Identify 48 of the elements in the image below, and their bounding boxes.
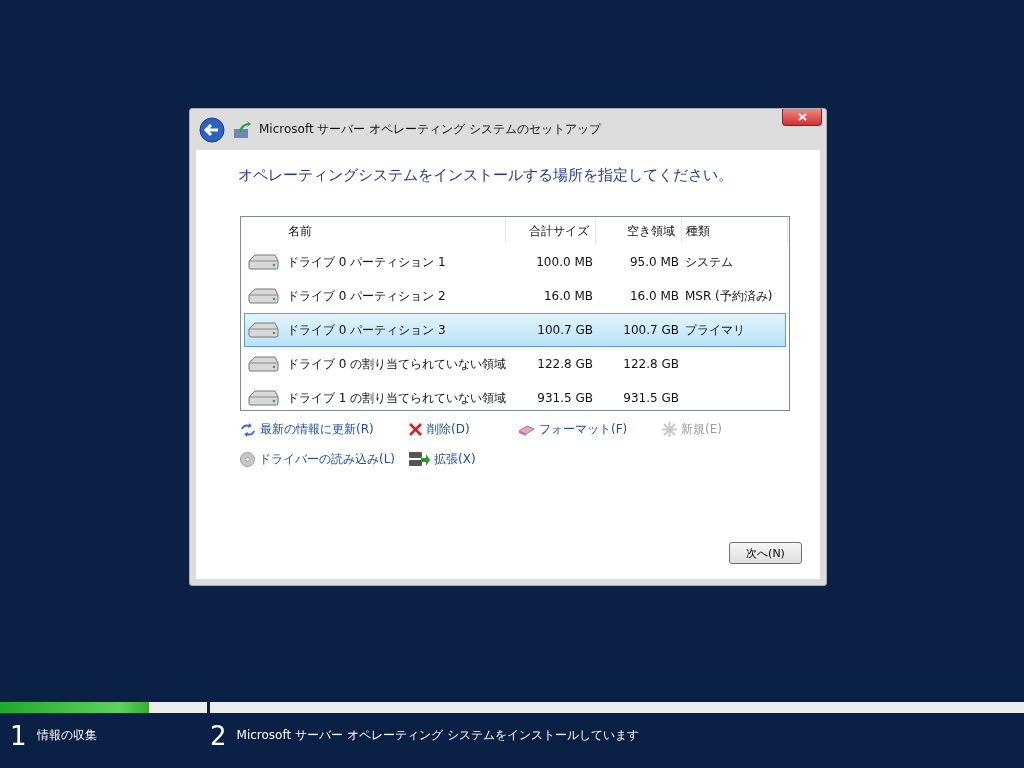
partition-name: ドライブ 0 パーティション 2: [287, 287, 447, 305]
extend-link[interactable]: 拡張(X): [408, 450, 518, 468]
close-button[interactable]: [782, 109, 822, 126]
sparkle-icon: [662, 422, 677, 437]
partition-type: プライマリ: [685, 321, 746, 339]
total-size: 16.0 MB: [542, 289, 594, 303]
close-icon: [797, 113, 807, 121]
total-size: 100.0 MB: [535, 255, 594, 269]
partition-row[interactable]: ドライブ 0 パーティション 2 16.0 MB 16.0 MB MSR (予約済み): [244, 279, 786, 313]
free-space: 931.5 GB: [622, 391, 680, 405]
free-space: 16.0 MB: [628, 289, 680, 303]
format-link[interactable]: フォーマット(F): [518, 421, 662, 438]
partition-name: ドライブ 1 の割り当てられていない領域: [287, 389, 508, 407]
column-header[interactable]: 合計サイズ: [506, 218, 596, 244]
partition-row[interactable]: ドライブ 0 パーティション 3 100.7 GB 100.7 GB プライマリ: [244, 313, 786, 347]
partition-row[interactable]: ドライブ 1 の割り当てられていない領域 931.5 GB 931.5 GB: [244, 381, 786, 415]
eraser-icon: [518, 423, 535, 436]
column-header[interactable]: 名前: [284, 218, 506, 244]
setup-icon: [233, 120, 251, 139]
step-label: Microsoft サーバー オペレーティング システムをインストールしています: [236, 727, 639, 744]
total-size: 931.5 GB: [536, 391, 594, 405]
instruction-heading: オペレーティングシステムをインストールする場所を指定してください。: [238, 166, 734, 185]
partition-row[interactable]: ドライブ 0 の割り当てられていない領域 122.8 GB 122.8 GB: [244, 347, 786, 381]
partition-type: システム: [685, 253, 734, 271]
disc-icon: [240, 451, 255, 467]
partition-name: ドライブ 0 パーティション 3: [287, 321, 447, 339]
partition-name: ドライブ 0 の割り当てられていない領域: [287, 355, 508, 373]
total-size: 100.7 GB: [536, 323, 594, 337]
step-label: 情報の収集: [36, 727, 97, 744]
total-size: 122.8 GB: [536, 357, 594, 371]
step-number: 2: [210, 723, 227, 749]
free-space: 95.0 MB: [628, 255, 680, 269]
delete-x-icon: [408, 422, 423, 437]
next-button[interactable]: 次へ(N): [729, 542, 802, 564]
window-title: Microsoft サーバー オペレーティング システムのセットアップ: [259, 121, 602, 138]
delete-link[interactable]: 削除(D): [408, 421, 518, 438]
column-header[interactable]: 空き領域: [596, 218, 682, 244]
step-number: 1: [10, 723, 27, 749]
refresh-arrows-icon: [240, 422, 256, 437]
free-space: 100.7 GB: [622, 323, 680, 337]
partition-name: ドライブ 0 パーティション 1: [287, 253, 447, 271]
partition-type: MSR (予約済み): [685, 287, 774, 305]
disk-with-arrow-icon: [408, 450, 430, 468]
free-space: 122.8 GB: [622, 357, 680, 371]
refresh-link[interactable]: 最新の情報に更新(R): [240, 421, 408, 438]
driver-link[interactable]: ドライバーの読み込み(L): [240, 450, 408, 468]
partition-row[interactable]: ドライブ 0 パーティション 1 100.0 MB 95.0 MB システム: [244, 245, 786, 279]
column-header[interactable]: 種類: [682, 218, 788, 244]
